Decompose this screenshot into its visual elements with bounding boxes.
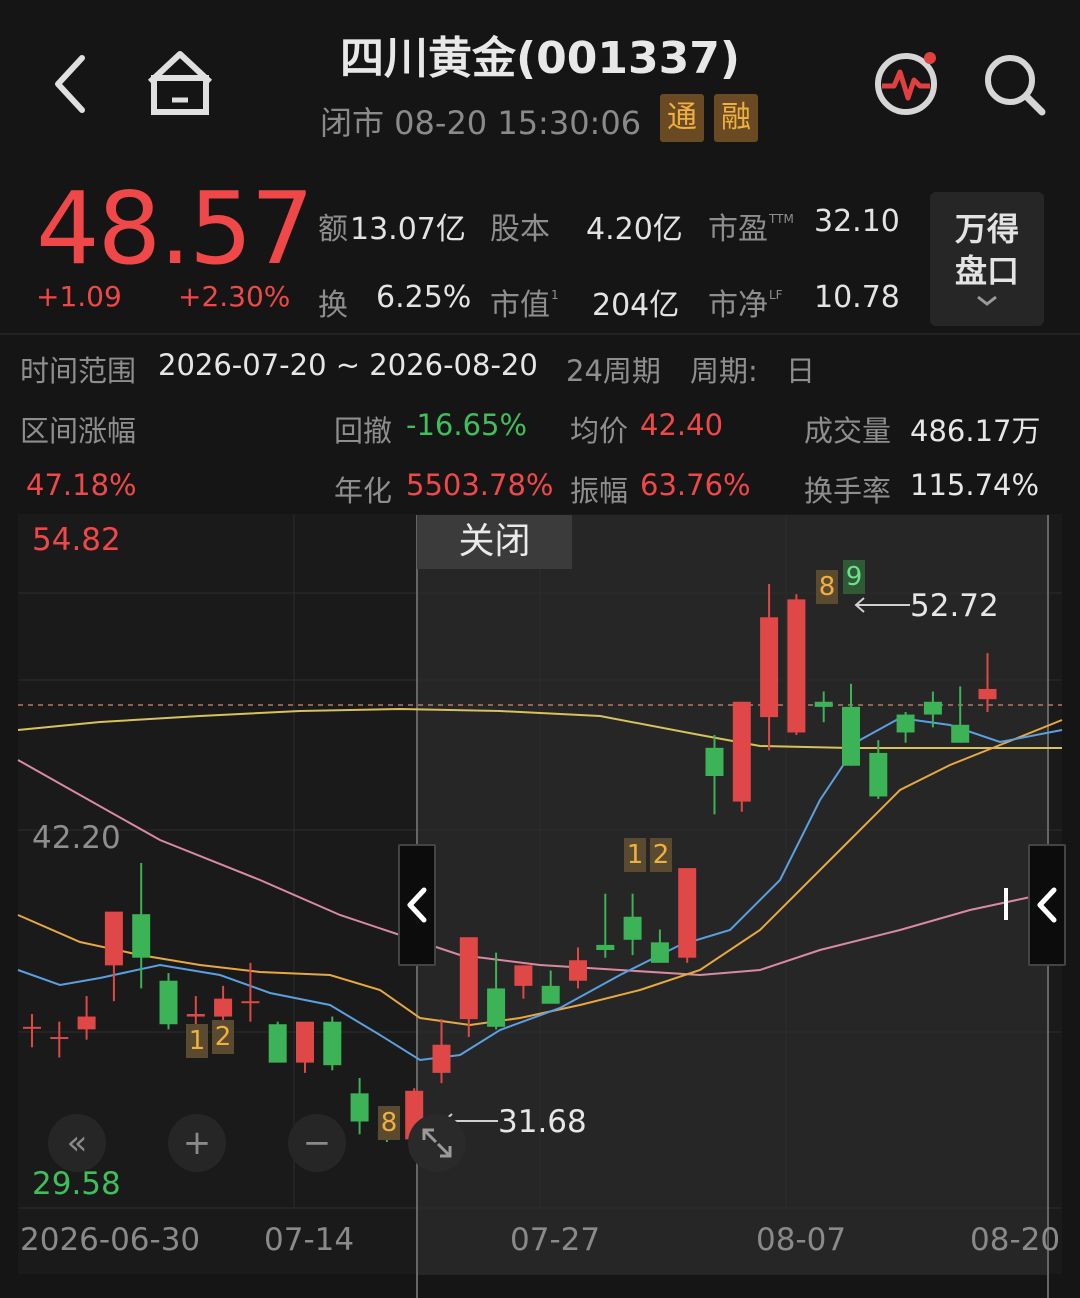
fullscreen-button[interactable] [408,1114,466,1172]
x-axis-label: 2026-06-30 [20,1222,201,1258]
candle-up [760,617,779,718]
candle-down [842,706,860,766]
seq-badge: 9 [843,560,865,594]
seq-badge: 8 [816,570,838,604]
candle-down [541,985,560,1004]
candle-down [132,914,151,958]
x-axis-label: 07-27 [510,1222,601,1258]
candle-up [569,960,587,981]
high-marker-arrow [854,597,910,613]
candle-up [514,965,533,986]
x-axis-label: 07-14 [264,1222,355,1258]
y-axis-high: 54.82 [32,522,121,558]
y-axis-mid: 42.20 [32,820,121,856]
seq-badge: 2 [650,838,672,872]
candle-down [951,724,970,743]
range-start-handle[interactable] [398,844,436,966]
x-axis-label: 08-07 [756,1222,847,1258]
zoom-out-button[interactable]: − [288,1114,346,1172]
candle-up [732,701,751,802]
candle-down [923,701,942,715]
candle-up [77,1016,96,1030]
candle-up [978,688,997,700]
candle-up [214,998,233,1017]
high-marker-value: 52.72 [910,588,999,624]
candle-up [787,599,806,733]
candle-down [159,980,178,1025]
seq-badge: 1 [624,838,646,872]
chevron-left-icon [1037,887,1057,923]
jump-to-end-icon [998,880,1016,926]
expand-icon [422,1128,452,1158]
candle-down [896,714,915,733]
range-end-handle[interactable] [1028,844,1066,966]
candle-down [350,1093,369,1122]
candle-down [323,1021,342,1066]
candle-down [596,944,615,951]
candle-down [487,988,506,1027]
selected-range-shade [417,515,1048,1275]
candle-up [23,1026,41,1029]
seq-badge: 8 [378,1106,400,1140]
scroll-back-button[interactable]: « [48,1114,106,1172]
candle-up [459,937,478,1020]
candle-down [814,701,833,707]
chevron-left-icon [407,887,427,923]
low-marker-value: 31.68 [498,1104,587,1140]
candle-up [50,1037,69,1040]
close-range-button[interactable]: 关闭 [417,515,572,569]
candle-down [623,916,642,940]
candle-down [705,747,724,776]
zoom-in-button[interactable]: + [168,1114,226,1172]
seq-badge: 2 [212,1020,234,1054]
candle-down [268,1024,287,1063]
candle-down [869,752,888,797]
candle-down [650,942,669,963]
candle-up [432,1044,451,1073]
candle-up [296,1021,314,1063]
candle-up [678,868,697,958]
x-axis-label: 08-20 [970,1222,1061,1258]
seq-badge: 1 [186,1024,208,1058]
candle-up [104,911,123,966]
candle-up [241,1001,260,1004]
candle-up [186,1014,205,1017]
